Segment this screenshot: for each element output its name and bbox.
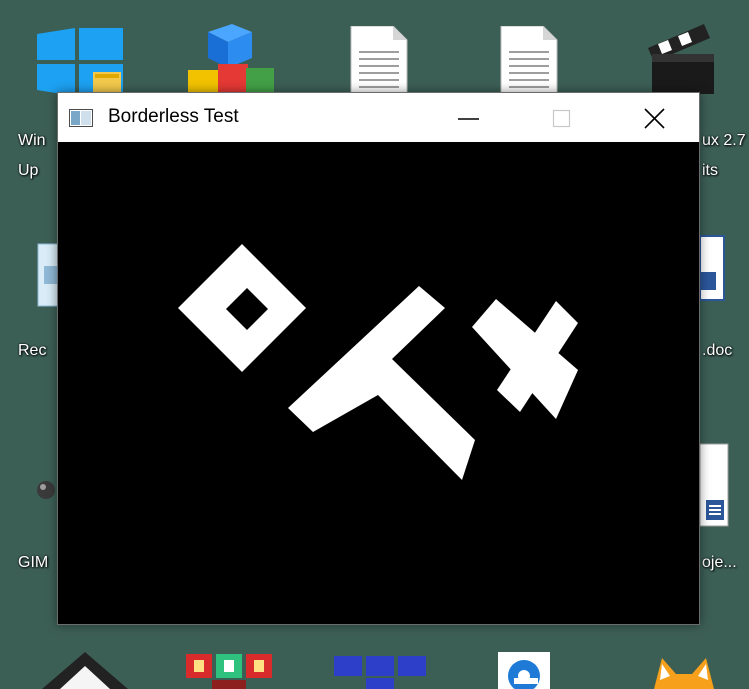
desktop: Win Up Rec GIM ux 2.7 its .doc oje... Bo… bbox=[0, 0, 749, 689]
maximize-icon bbox=[552, 109, 571, 128]
project-document-icon[interactable] bbox=[699, 440, 730, 528]
client-area[interactable] bbox=[58, 142, 699, 624]
maximize-button[interactable] bbox=[539, 93, 585, 142]
programs-box-icon[interactable] bbox=[188, 24, 274, 96]
desktop-icon-label[interactable]: Rec bbox=[18, 340, 46, 362]
minimize-button[interactable] bbox=[446, 93, 492, 142]
desktop-icon-label[interactable]: ux 2.7 bbox=[702, 130, 746, 152]
desktop-icon-label[interactable]: Up bbox=[18, 160, 38, 182]
title-bar[interactable]: Borderless Test bbox=[58, 93, 699, 142]
windows-update-icon[interactable] bbox=[35, 22, 123, 96]
desktop-icon-label[interactable]: GIM bbox=[18, 552, 48, 574]
window-title: Borderless Test bbox=[108, 106, 239, 127]
app-icon[interactable] bbox=[69, 109, 93, 127]
app-window[interactable]: Borderless Test bbox=[57, 92, 700, 625]
minimize-icon bbox=[458, 118, 479, 120]
desktop-icon-label[interactable]: its bbox=[702, 160, 718, 182]
word-document-icon[interactable] bbox=[699, 232, 726, 304]
desktop-icon-label[interactable]: oje... bbox=[702, 552, 737, 574]
orx-logo bbox=[178, 244, 578, 480]
desktop-icon-label[interactable]: .doc bbox=[702, 340, 732, 362]
desktop-icon-label[interactable]: Win bbox=[18, 130, 46, 152]
pixel-app-icon[interactable] bbox=[186, 650, 272, 689]
gimp-icon[interactable] bbox=[34, 470, 58, 510]
close-icon bbox=[644, 108, 665, 129]
clapperboard-icon[interactable] bbox=[648, 20, 718, 96]
inkscape-icon[interactable] bbox=[42, 652, 128, 689]
text-document-icon[interactable] bbox=[347, 25, 409, 97]
scratch-cat-icon[interactable] bbox=[648, 656, 718, 689]
tetris-icon[interactable] bbox=[334, 656, 426, 689]
text-document-icon[interactable] bbox=[497, 25, 559, 97]
close-button[interactable] bbox=[632, 93, 678, 142]
edge-browser-icon[interactable] bbox=[498, 652, 550, 689]
